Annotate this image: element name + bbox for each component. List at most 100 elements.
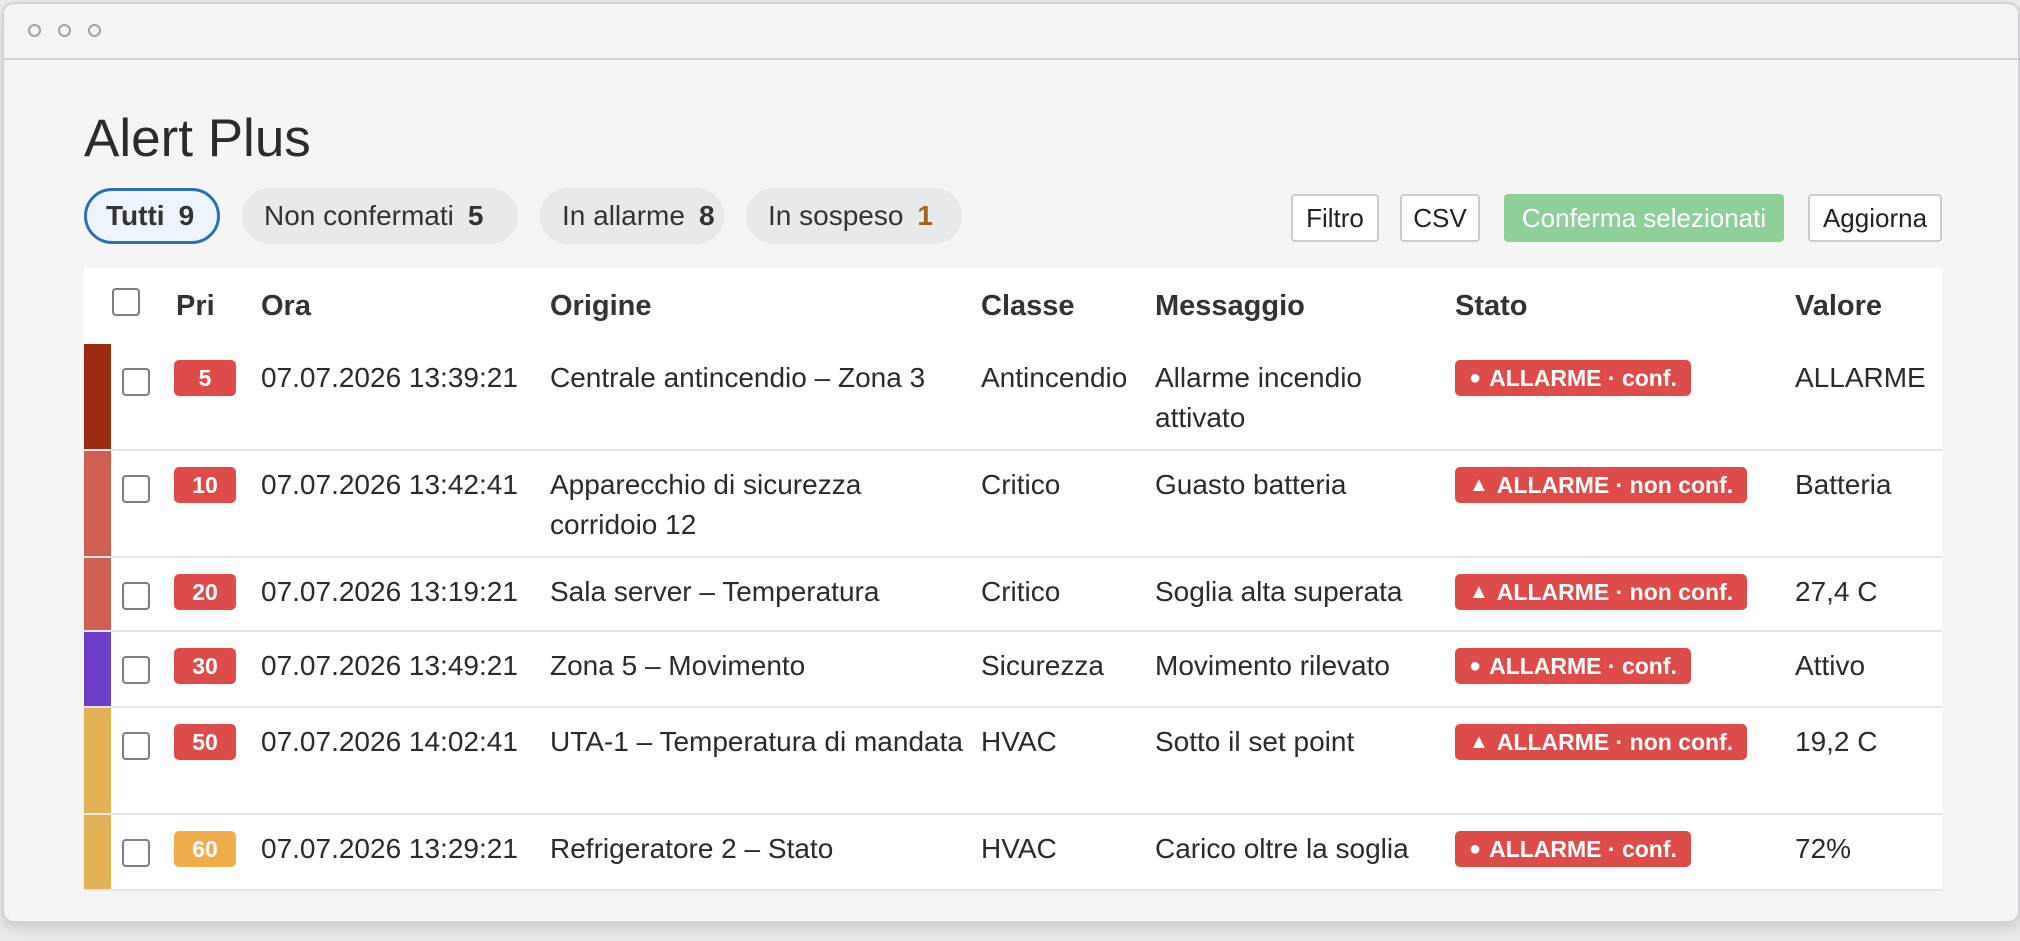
row-checkbox[interactable]	[122, 582, 150, 610]
page-title: Alert Plus	[84, 109, 311, 168]
status-icon: ●	[1469, 654, 1482, 677]
refresh-button[interactable]: Aggiorna	[1808, 194, 1942, 242]
select-all-checkbox[interactable]	[112, 288, 140, 316]
status-icon: ●	[1469, 837, 1482, 860]
time-cell: 07.07.2026 13:19:21	[261, 576, 518, 607]
source-cell: Zona 5 – Movimento	[550, 650, 806, 681]
value-cell: 27,4 C	[1795, 576, 1878, 607]
column-header-ora[interactable]: Ora	[261, 268, 311, 344]
filter-button[interactable]: Filtro	[1291, 194, 1379, 242]
tab-count: 9	[178, 200, 195, 231]
status-label: ALLARME · non conf.	[1496, 578, 1734, 605]
message-cell: Soglia alta superata	[1155, 576, 1403, 607]
priority-badge: 20	[174, 574, 236, 610]
class-cell: Critico	[981, 576, 1061, 607]
tab-count: 5	[467, 200, 484, 231]
class-cell: HVAC	[981, 833, 1057, 864]
table-row[interactable]: 60 07.07.2026 13:29:21 Refrigeratore 2 –…	[84, 815, 1942, 891]
row-checkbox[interactable]	[122, 839, 150, 867]
tab-label: In sospeso	[768, 200, 904, 231]
priority-badge: 50	[174, 724, 236, 760]
time-cell: 07.07.2026 14:02:41	[261, 726, 518, 757]
status-label: ALLARME · conf.	[1489, 652, 1677, 679]
priority-badge: 60	[174, 831, 236, 867]
time-cell: 07.07.2026 13:39:21	[261, 362, 518, 393]
priority-badge: 5	[174, 360, 236, 396]
class-cell: HVAC	[981, 726, 1057, 757]
tab-label: Non confermati	[264, 200, 454, 231]
status-badge: ● ALLARME · conf.	[1455, 360, 1691, 396]
severity-stripe	[84, 344, 111, 449]
value-cell: 19,2 C	[1795, 726, 1878, 757]
priority-badge: 10	[174, 467, 236, 503]
status-label: ALLARME · conf.	[1489, 835, 1677, 862]
time-cell: 07.07.2026 13:29:21	[261, 833, 518, 864]
row-checkbox[interactable]	[122, 732, 150, 760]
time-cell: 07.07.2026 13:49:21	[261, 650, 518, 681]
app-window: Alert Plus Tutti 9 Non confermati 5 In a…	[2, 2, 2020, 923]
tab-label: Tutti	[106, 200, 165, 231]
status-label: ALLARME · non conf.	[1496, 728, 1734, 755]
message-cell: Sotto il set point	[1155, 726, 1355, 757]
message-cell: Movimento rilevato	[1155, 650, 1390, 681]
status-label: ALLARME · conf.	[1489, 364, 1677, 391]
column-header-stato[interactable]: Stato	[1455, 268, 1528, 344]
priority-badge: 30	[174, 648, 236, 684]
tab-unacknowledged[interactable]: Non confermati 5	[242, 188, 518, 244]
status-label: ALLARME · non conf.	[1496, 471, 1734, 498]
status-badge: ● ALLARME · conf.	[1455, 831, 1691, 867]
tab-count: 1	[917, 200, 933, 231]
table-row[interactable]: 30 07.07.2026 13:49:21 Zona 5 – Moviment…	[84, 632, 1942, 708]
confirm-selected-button[interactable]: Conferma selezionati	[1504, 194, 1784, 242]
source-cell: Sala server – Temperatura	[550, 576, 880, 607]
class-cell: Sicurezza	[981, 650, 1104, 681]
window-zoom-icon[interactable]	[88, 24, 101, 37]
status-badge: ▲ ALLARME · non conf.	[1455, 724, 1748, 760]
table-row[interactable]: 10 07.07.2026 13:42:41 Apparecchio di si…	[84, 451, 1942, 558]
severity-stripe	[84, 708, 111, 813]
value-cell: 72%	[1795, 833, 1852, 864]
severity-stripe	[84, 558, 111, 630]
severity-stripe	[84, 451, 111, 556]
class-cell: Critico	[981, 469, 1061, 500]
table-header: Pri Ora Origine Classe Messaggio Stato V…	[84, 268, 1942, 346]
csv-button[interactable]: CSV	[1400, 194, 1480, 242]
row-checkbox[interactable]	[122, 656, 150, 684]
source-cell: Centrale antincendio – Zona 3	[550, 362, 926, 393]
window-close-icon[interactable]	[28, 24, 41, 37]
row-checkbox[interactable]	[122, 368, 150, 396]
severity-stripe	[84, 632, 111, 706]
tab-label: In allarme	[562, 200, 685, 231]
time-cell: 07.07.2026 13:42:41	[261, 469, 518, 500]
table-row[interactable]: 50 07.07.2026 14:02:41 UTA-1 – Temperatu…	[84, 708, 1942, 815]
status-icon: ●	[1469, 366, 1482, 389]
window-minimize-icon[interactable]	[58, 24, 71, 37]
severity-stripe	[84, 815, 111, 889]
status-icon: ▲	[1469, 730, 1489, 753]
status-badge: ▲ ALLARME · non conf.	[1455, 574, 1748, 610]
table-row[interactable]: 5 07.07.2026 13:39:21 Centrale antincend…	[84, 344, 1942, 451]
value-cell: Attivo	[1795, 650, 1866, 681]
status-badge: ● ALLARME · conf.	[1455, 648, 1691, 684]
message-cell: Guasto batteria	[1155, 469, 1347, 500]
source-cell: Refrigeratore 2 – Stato	[550, 833, 834, 864]
source-cell: Apparecchio di sicurezza corridoio 12	[550, 469, 862, 540]
message-cell: Carico oltre la soglia	[1155, 833, 1409, 864]
column-header-classe[interactable]: Classe	[981, 268, 1075, 344]
tab-in-alarm[interactable]: In allarme 8	[540, 188, 724, 244]
status-badge: ▲ ALLARME · non conf.	[1455, 467, 1748, 503]
column-header-pri[interactable]: Pri	[176, 268, 215, 344]
tab-all[interactable]: Tutti 9	[84, 188, 220, 244]
source-cell: UTA-1 – Temperatura di mandata	[550, 726, 963, 757]
status-icon: ▲	[1469, 473, 1489, 496]
status-icon: ▲	[1469, 580, 1489, 603]
row-checkbox[interactable]	[122, 475, 150, 503]
column-header-messaggio[interactable]: Messaggio	[1155, 268, 1305, 344]
tab-count: 8	[698, 200, 715, 231]
column-header-valore[interactable]: Valore	[1795, 268, 1882, 344]
tab-pending[interactable]: In sospeso 1	[746, 188, 962, 244]
column-header-origine[interactable]: Origine	[550, 268, 652, 344]
message-cell: Allarme incendio attivato	[1155, 362, 1362, 433]
table-row[interactable]: 20 07.07.2026 13:19:21 Sala server – Tem…	[84, 558, 1942, 632]
value-cell: Batteria	[1795, 469, 1892, 500]
